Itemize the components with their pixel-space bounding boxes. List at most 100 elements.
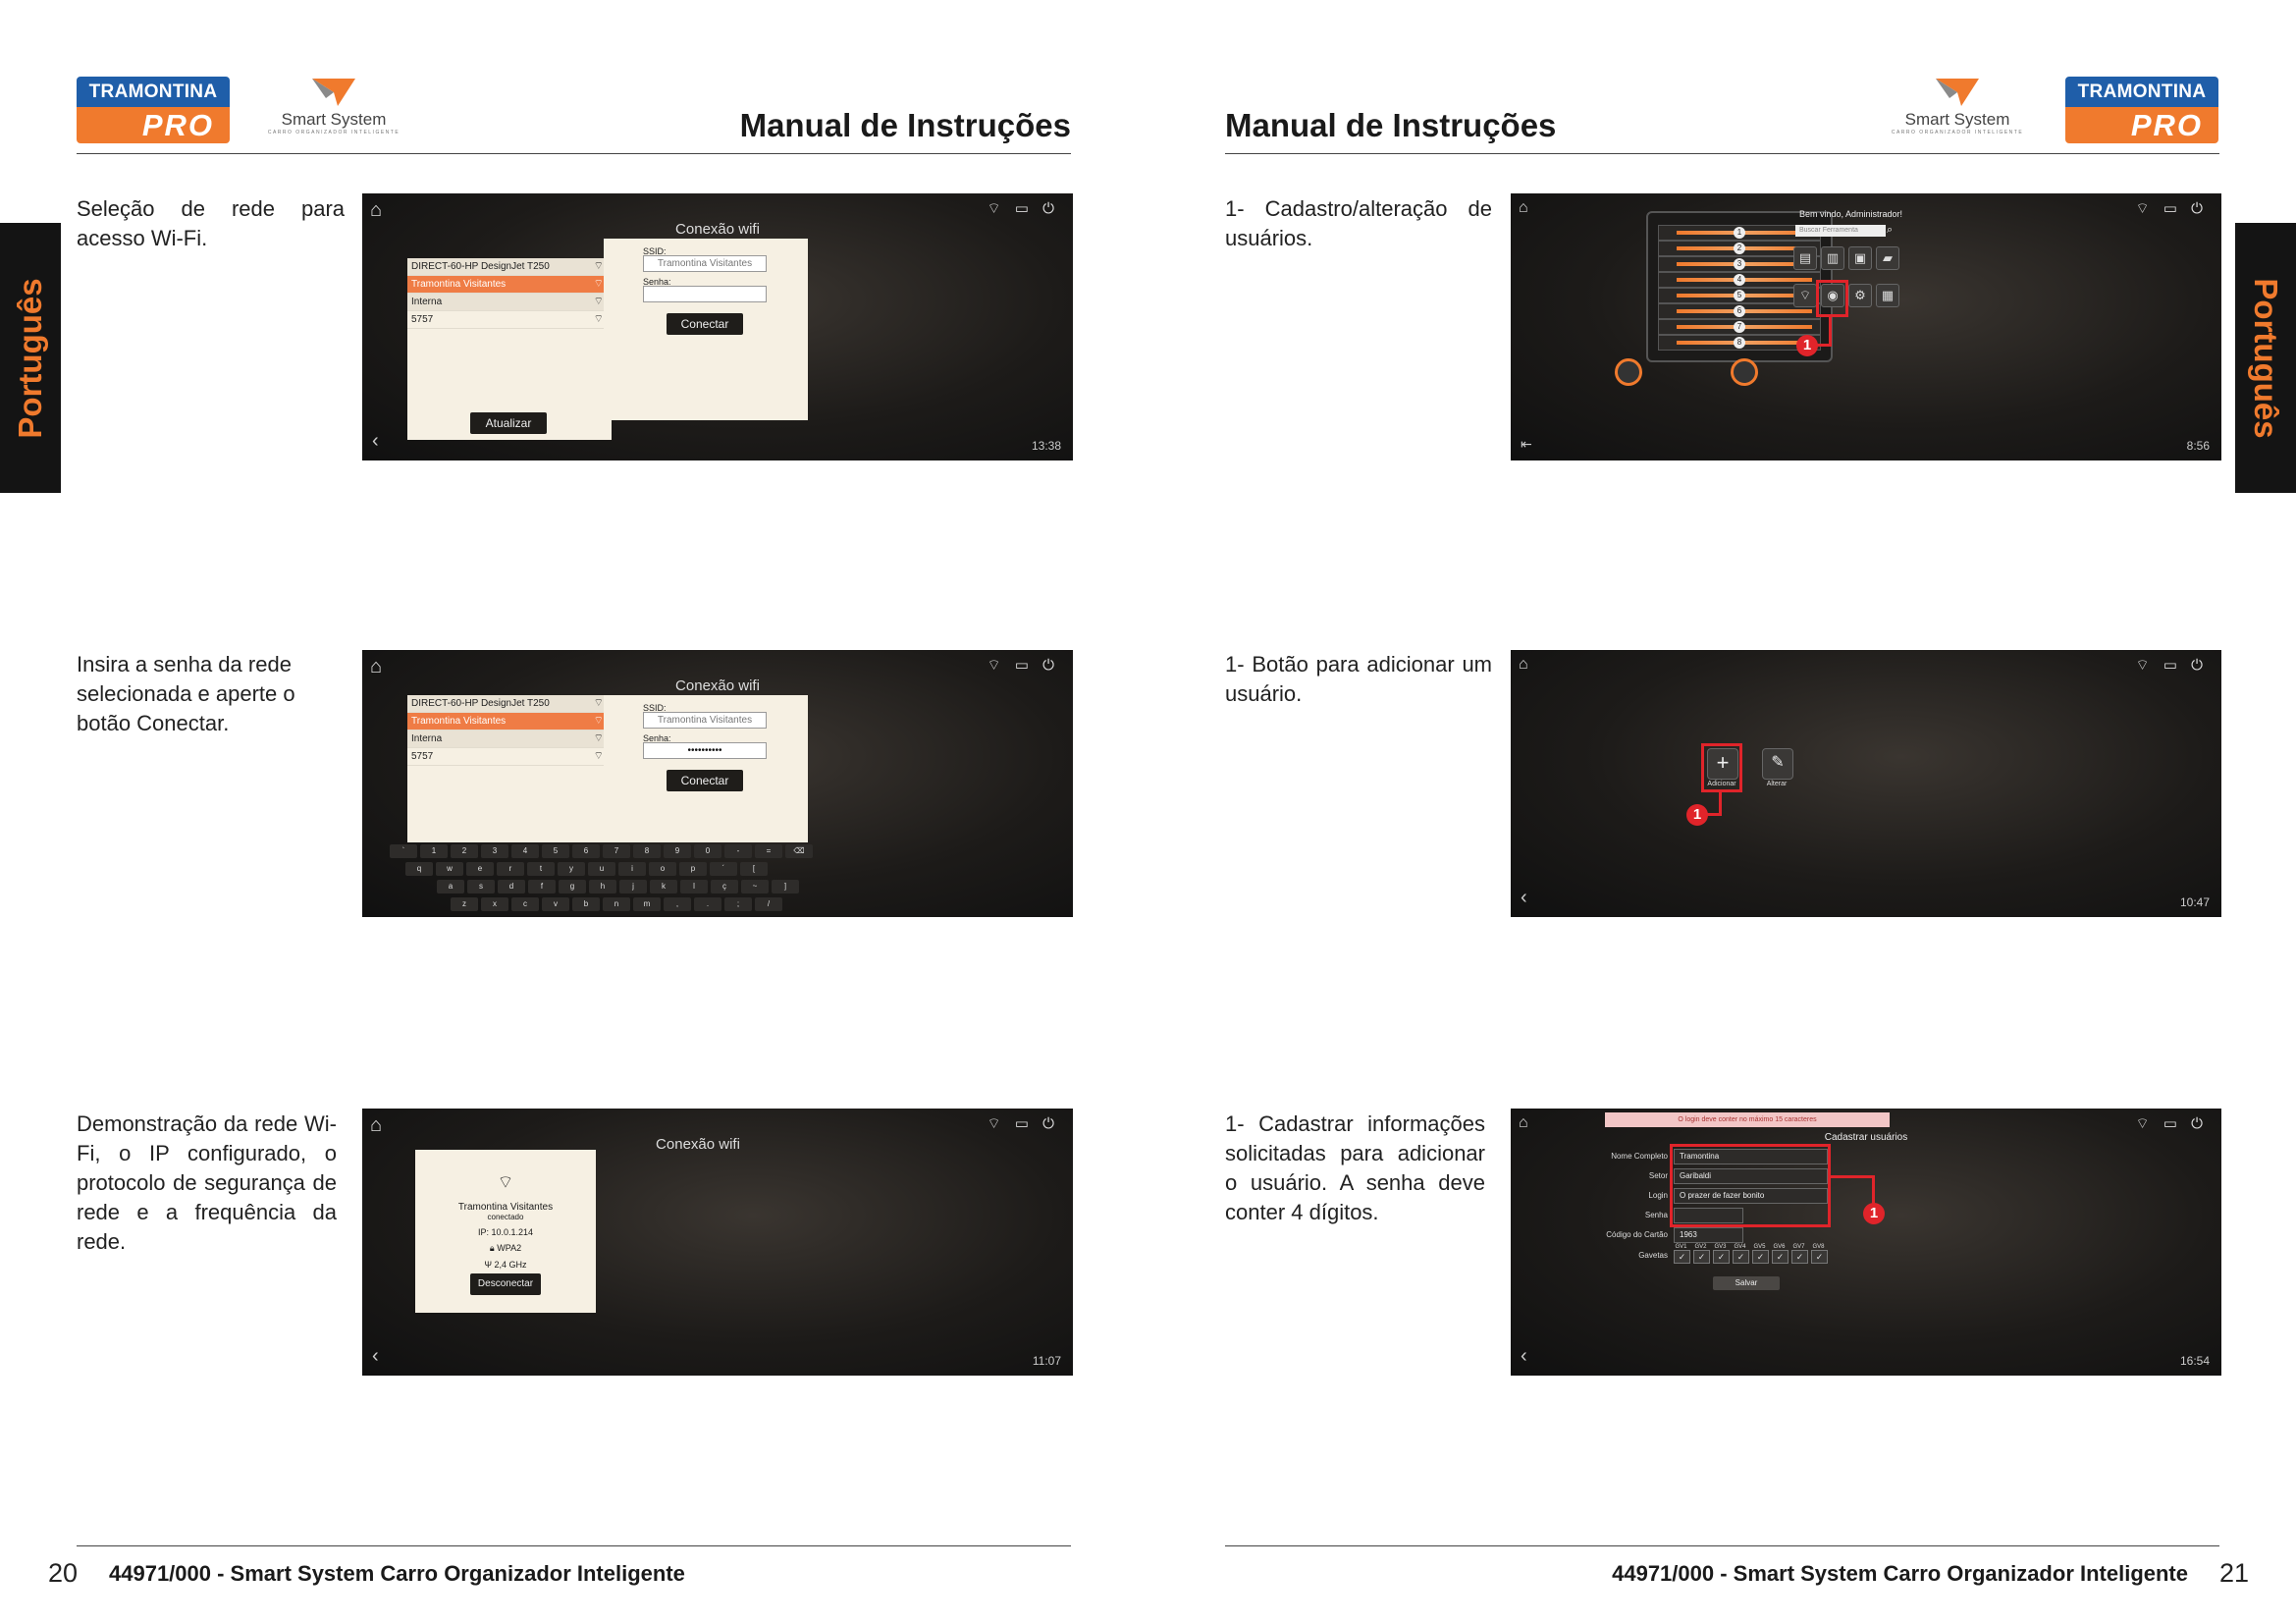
drawer: 7	[1658, 319, 1821, 335]
edit-label: Alterar	[1766, 781, 1788, 787]
smart-system-name: Smart System	[281, 110, 387, 129]
drawer-composition-icon: ▤	[1793, 246, 1817, 270]
keyboard-key: 5	[542, 844, 569, 858]
wifi-lock-icon: ⌔	[593, 715, 604, 727]
check-icon: ✓	[1674, 1250, 1690, 1264]
keyboard-key: `	[390, 844, 417, 858]
network-name: Tramontina Visitantes	[457, 1202, 554, 1213]
frequency: 2,4 GHz	[494, 1260, 527, 1270]
lock-icon: 🔒︎	[489, 1243, 495, 1253]
network-row: Interna ⌔	[407, 731, 612, 748]
keyboard-key: m	[633, 897, 661, 911]
connect-panel: SSID: Tramontina Visitantes Senha: •••••…	[604, 695, 808, 842]
antenna-icon: Ψ	[484, 1260, 492, 1270]
security-protocol: WPA2	[497, 1243, 522, 1253]
keyboard-key: 2	[451, 844, 478, 858]
highlight-box	[1670, 1144, 1831, 1227]
keyboard-key: 1	[420, 844, 448, 858]
edit-icon: ✎	[1762, 748, 1793, 780]
check-icon: ✓	[1752, 1250, 1769, 1264]
form-title: Cadastrar usuários	[1824, 1132, 1908, 1143]
network-list-panel: DIRECT-60-HP DesignJet T250 ⌔ Tramontina …	[407, 695, 612, 842]
tramontina-pro-logo: TRAMONTINA PRO	[2065, 77, 2218, 143]
wifi-status-screenshot: ⌂ ⌔ ▭ ⏻ Conexão wifi ⌔ Tramontina Visita…	[362, 1109, 1073, 1376]
folder-icon: ▰	[1876, 246, 1899, 270]
screen-title: Conexão wifi	[675, 221, 760, 238]
keyboard-key: u	[588, 862, 615, 876]
header-rule-left	[77, 153, 1071, 154]
keyboard-row: q w e r t y u i o p ´[	[405, 862, 771, 876]
refresh-button: Atualizar	[470, 412, 547, 434]
page-number-right: 21	[2219, 1558, 2250, 1588]
keyboard-key: w	[436, 862, 463, 876]
drawer-checkbox-label: GV2	[1694, 1244, 1707, 1250]
language-tab-left: Português	[0, 223, 61, 493]
network-row-selected: Tramontina Visitantes ⌔	[407, 276, 612, 294]
connection-state: conectado	[487, 1213, 524, 1221]
status-icons: ⌔ ▭ ⏻	[2135, 200, 2208, 217]
network-row: DIRECT-60-HP DesignJet T250 ⌔	[407, 695, 612, 713]
connect-button: Conectar	[667, 770, 743, 791]
drawer-checkbox: GV7 ✓	[1791, 1244, 1808, 1264]
status-icons: ⌔ ▭ ⏻	[987, 1115, 1059, 1132]
remote-access-icon: ▦	[1876, 284, 1899, 307]
keyboard-row: z x c v b n m,.; /	[451, 897, 785, 911]
network-row: 5757 ⌔	[407, 748, 612, 766]
status-icons: ⌔ ▭ ⏻	[987, 200, 1059, 217]
network-list-panel: DIRECT-60-HP DesignJet T250 ⌔ Tramontina …	[407, 258, 612, 440]
keyboard-key: 3	[481, 844, 508, 858]
status-icons: ⌔ ▭ ⏻	[987, 657, 1059, 674]
keyboard-key: r	[497, 862, 524, 876]
home-icon: ⌂	[1519, 199, 1528, 216]
keyboard-key: j	[619, 880, 647, 893]
drawer-checkbox: GV3 ✓	[1713, 1244, 1730, 1264]
wifi-selection-screenshot: ⌂ ⌔ ▭ ⏻ Conexão wifi DIRECT-60-HP Design…	[362, 193, 1073, 460]
keyboard-key: ç	[711, 880, 738, 893]
ssid-field: Tramontina Visitantes	[643, 255, 767, 272]
search-input: Buscar Ferramenta	[1795, 225, 1886, 237]
drawer-checkbox-label: GV5	[1753, 1244, 1766, 1250]
check-icon: ✓	[1733, 1250, 1749, 1264]
keyboard-key: ⌫	[785, 844, 813, 858]
footer-title-right: 44971/000 - Smart System Carro Organizad…	[1612, 1561, 2188, 1586]
connect-panel: SSID: Tramontina Visitantes Senha: Conec…	[604, 239, 808, 420]
welcome-text: Bem vindo, Administrador!	[1799, 209, 1903, 219]
full-name-label: Nome Completo	[1611, 1152, 1668, 1161]
keyboard-key: q	[405, 862, 433, 876]
keyboard-key: .	[694, 897, 721, 911]
login-label: Login	[1648, 1191, 1668, 1200]
smart-system-logo: Smart System CARRO ORGANIZADOR INTELIGEN…	[265, 77, 402, 145]
back-icon: ‹	[372, 1345, 379, 1367]
smart-system-logo: Smart System CARRO ORGANIZADOR INTELIGEN…	[1889, 77, 2026, 145]
footer-rule-right	[1225, 1545, 2219, 1546]
check-icon: ✓	[1713, 1250, 1730, 1264]
drawer-checkbox: GV1 ✓	[1674, 1244, 1690, 1264]
keyboard-key: 0	[694, 844, 721, 858]
network-row: 5757 ⌔	[407, 311, 612, 329]
highlight-box	[1701, 743, 1742, 792]
smart-system-name: Smart System	[1904, 110, 2010, 129]
keyboard-key: z	[451, 897, 478, 911]
wheel-icon	[1615, 358, 1642, 386]
drawer-checkbox-label: GV3	[1714, 1244, 1727, 1250]
wifi-password-screenshot: ⌂ ⌔ ▭ ⏻ Conexão wifi DIRECT-60-HP Design…	[362, 650, 1073, 917]
password-field	[643, 286, 767, 302]
check-icon: ✓	[1791, 1250, 1808, 1264]
password-label: Senha	[1644, 1211, 1668, 1219]
keyboard-key: 9	[664, 844, 691, 858]
page-title-right: Manual de Instruções	[1225, 107, 1557, 143]
wifi-lock-icon: ⌔	[593, 697, 604, 709]
keyboard-key: a	[437, 880, 464, 893]
keyboard-key: l	[680, 880, 708, 893]
logo-text-bottom: PRO	[2065, 107, 2218, 143]
keyboard-key: ;	[724, 897, 752, 911]
keyboard-row: a s d f g h j k l ç ~]	[437, 880, 802, 893]
footer-title-left: 44971/000 - Smart System Carro Organizad…	[109, 1561, 685, 1586]
callout-line	[1872, 1175, 1875, 1205]
keyboard-key: t	[527, 862, 555, 876]
clock: 10:47	[2179, 895, 2210, 909]
drawer-checkbox-label: GV7	[1792, 1244, 1805, 1250]
ssid-field: Tramontina Visitantes	[643, 712, 767, 729]
drawer-checkbox-label: GV1	[1675, 1244, 1687, 1250]
keyboard-key: b	[572, 897, 600, 911]
